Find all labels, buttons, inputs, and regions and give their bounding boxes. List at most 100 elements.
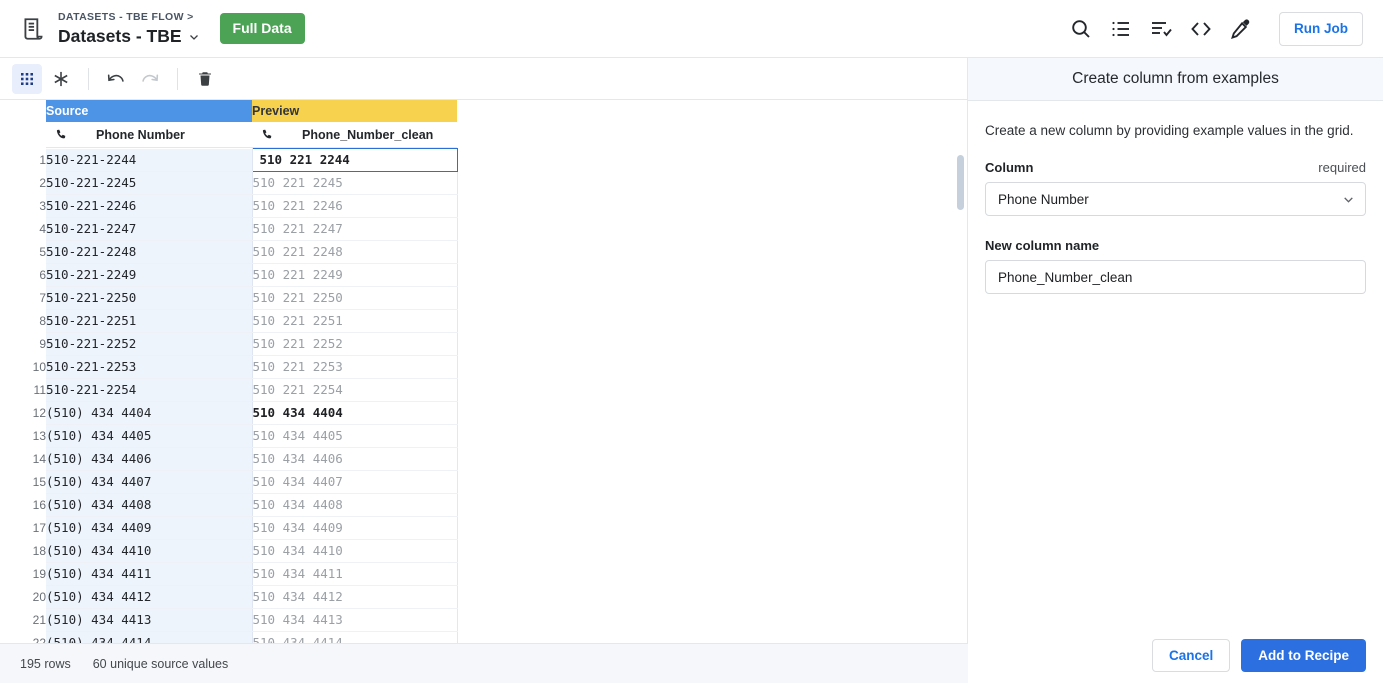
- table-row[interactable]: 1 510-221-2244 510 221 2244: [0, 148, 458, 172]
- preview-cell[interactable]: 510 221 2254: [252, 378, 458, 402]
- source-cell[interactable]: 510-221-2247: [46, 217, 253, 241]
- source-cell[interactable]: (510) 434 4406: [46, 447, 253, 471]
- row-number: 6: [0, 263, 46, 286]
- source-cell[interactable]: (510) 434 4404: [46, 401, 253, 425]
- row-number: 3: [0, 194, 46, 217]
- source-cell[interactable]: (510) 434 4407: [46, 470, 253, 494]
- preview-cell[interactable]: 510 221 2251: [252, 309, 458, 333]
- table-row[interactable]: 9 510-221-2252 510 221 2252: [0, 332, 458, 356]
- source-column-name: Phone Number: [96, 127, 185, 142]
- table-row[interactable]: 2 510-221-2245 510 221 2245: [0, 171, 458, 195]
- source-cell[interactable]: 510-221-2253: [46, 355, 253, 379]
- add-to-recipe-button[interactable]: Add to Recipe: [1241, 638, 1366, 672]
- eyedropper-icon[interactable]: [1229, 17, 1253, 41]
- table-row[interactable]: 11 510-221-2254 510 221 2254: [0, 378, 458, 402]
- preview-cell[interactable]: 510 221 2246: [252, 194, 458, 218]
- table-row[interactable]: 5 510-221-2248 510 221 2248: [0, 240, 458, 264]
- grid-scrollbar-thumb[interactable]: [957, 155, 964, 210]
- table-row[interactable]: 21 (510) 434 4413 510 434 4413: [0, 608, 458, 632]
- column-select[interactable]: Phone Number: [985, 182, 1366, 216]
- redo-icon[interactable]: [135, 64, 165, 94]
- table-row[interactable]: 3 510-221-2246 510 221 2246: [0, 194, 458, 218]
- table-row[interactable]: 10 510-221-2253 510 221 2253: [0, 355, 458, 379]
- source-cell[interactable]: 510-221-2244: [46, 148, 253, 172]
- preview-cell[interactable]: 510 434 4406: [252, 447, 458, 471]
- source-cell[interactable]: (510) 434 4409: [46, 516, 253, 540]
- table-row[interactable]: 22 (510) 434 4414 510 434 4414: [0, 631, 458, 643]
- table-row[interactable]: 13 (510) 434 4405 510 434 4405: [0, 424, 458, 448]
- list-check-icon[interactable]: [1149, 17, 1173, 41]
- table-row[interactable]: 19 (510) 434 4411 510 434 4411: [0, 562, 458, 586]
- cancel-button[interactable]: Cancel: [1151, 638, 1231, 672]
- source-cell[interactable]: (510) 434 4413: [46, 608, 253, 632]
- trash-icon[interactable]: [190, 64, 220, 94]
- code-brackets-icon[interactable]: [1189, 17, 1213, 41]
- table-row[interactable]: 6 510-221-2249 510 221 2249: [0, 263, 458, 287]
- source-cell[interactable]: (510) 434 4411: [46, 562, 253, 586]
- full-data-button[interactable]: Full Data: [219, 13, 305, 44]
- preview-cell[interactable]: 510 434 4405: [252, 424, 458, 448]
- preview-cell[interactable]: 510 221 2247: [252, 217, 458, 241]
- preview-cell[interactable]: 510 221 2252: [252, 332, 458, 356]
- preview-cell[interactable]: 510 221 2250: [252, 286, 458, 310]
- panel-body: Create a new column by providing example…: [968, 101, 1383, 627]
- table-row[interactable]: 7 510-221-2250 510 221 2250: [0, 286, 458, 310]
- undo-icon[interactable]: [101, 64, 131, 94]
- data-grid[interactable]: Source Preview Phone Number Phone_Number…: [0, 100, 968, 643]
- list-icon[interactable]: [1109, 17, 1133, 41]
- preview-column-header[interactable]: Phone_Number_clean: [252, 122, 457, 149]
- source-cell[interactable]: (510) 434 4405: [46, 424, 253, 448]
- preview-cell[interactable]: 510 434 4404: [252, 401, 458, 425]
- source-cell[interactable]: 510-221-2251: [46, 309, 253, 333]
- row-number: 1: [0, 148, 46, 171]
- chevron-down-icon[interactable]: [188, 30, 200, 42]
- column-required-label: required: [1318, 160, 1366, 175]
- source-cell[interactable]: 510-221-2248: [46, 240, 253, 264]
- preview-cell[interactable]: 510 221 2253: [252, 355, 458, 379]
- source-cell[interactable]: (510) 434 4410: [46, 539, 253, 563]
- grid-view-icon[interactable]: [12, 63, 42, 94]
- run-job-button[interactable]: Run Job: [1279, 11, 1363, 46]
- grid-vertical-scrollbar[interactable]: [956, 100, 965, 643]
- preview-cell-selected[interactable]: 510 221 2244: [251, 148, 458, 172]
- source-cell[interactable]: (510) 434 4414: [46, 631, 253, 643]
- table-row[interactable]: 17 (510) 434 4409 510 434 4409: [0, 516, 458, 540]
- table-row[interactable]: 8 510-221-2251 510 221 2251: [0, 309, 458, 333]
- new-column-name-input[interactable]: [985, 260, 1366, 294]
- source-cell[interactable]: 510-221-2252: [46, 332, 253, 356]
- preview-cell[interactable]: 510 434 4409: [252, 516, 458, 540]
- asterisk-icon[interactable]: [46, 64, 76, 94]
- source-cell[interactable]: 510-221-2245: [46, 171, 253, 195]
- search-icon[interactable]: [1069, 17, 1093, 41]
- source-cell[interactable]: 510-221-2246: [46, 194, 253, 218]
- page-title-row[interactable]: Datasets - TBE: [58, 25, 200, 47]
- preview-cell[interactable]: 510 434 4407: [252, 470, 458, 494]
- source-cell[interactable]: 510-221-2254: [46, 378, 253, 402]
- row-number: 12: [0, 401, 46, 424]
- source-column-header[interactable]: Phone Number: [46, 122, 252, 149]
- table-row[interactable]: 12 (510) 434 4404 510 434 4404: [0, 401, 458, 425]
- unique-values-label: 60 unique source values: [92, 656, 229, 671]
- source-cell[interactable]: 510-221-2250: [46, 286, 253, 310]
- preview-cell[interactable]: 510 434 4412: [252, 585, 458, 609]
- preview-cell[interactable]: 510 221 2245: [252, 171, 458, 195]
- table-row[interactable]: 20 (510) 434 4412 510 434 4412: [0, 585, 458, 609]
- source-cell[interactable]: (510) 434 4408: [46, 493, 253, 517]
- preview-cell[interactable]: 510 434 4413: [252, 608, 458, 632]
- table-row[interactable]: 16 (510) 434 4408 510 434 4408: [0, 493, 458, 517]
- preview-cell[interactable]: 510 434 4408: [252, 493, 458, 517]
- source-cell[interactable]: 510-221-2249: [46, 263, 253, 287]
- status-bar: 195 rows 60 unique source values: [0, 643, 968, 683]
- preview-cell[interactable]: 510 434 4414: [252, 631, 458, 643]
- source-cell[interactable]: (510) 434 4412: [46, 585, 253, 609]
- preview-cell[interactable]: 510 434 4411: [252, 562, 458, 586]
- row-number: 16: [0, 493, 46, 516]
- preview-cell[interactable]: 510 434 4410: [252, 539, 458, 563]
- table-row[interactable]: 18 (510) 434 4410 510 434 4410: [0, 539, 458, 563]
- preview-cell[interactable]: 510 221 2248: [252, 240, 458, 264]
- breadcrumb[interactable]: DATASETS - TBE FLOW >: [58, 10, 200, 24]
- table-row[interactable]: 15 (510) 434 4407 510 434 4407: [0, 470, 458, 494]
- preview-cell[interactable]: 510 221 2249: [252, 263, 458, 287]
- table-row[interactable]: 14 (510) 434 4406 510 434 4406: [0, 447, 458, 471]
- table-row[interactable]: 4 510-221-2247 510 221 2247: [0, 217, 458, 241]
